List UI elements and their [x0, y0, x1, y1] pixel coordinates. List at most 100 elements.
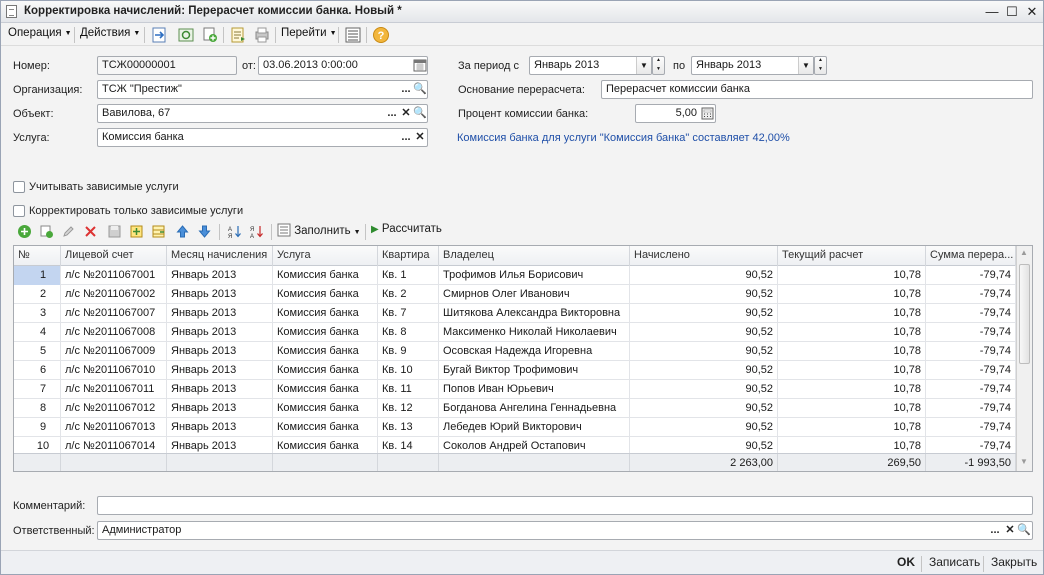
owner-cell[interactable]: Бугай Виктор Трофимович: [439, 361, 630, 380]
account-cell[interactable]: л/с №2011067012: [61, 399, 167, 418]
account-cell[interactable]: л/с №2011067008: [61, 323, 167, 342]
search-icon[interactable]: 🔍: [413, 81, 427, 98]
account-cell[interactable]: л/с №2011067007: [61, 304, 167, 323]
select-ellipsis-button[interactable]: ...: [399, 81, 413, 98]
month-cell[interactable]: Январь 2013: [167, 418, 273, 437]
period-from-spinner[interactable]: [652, 56, 665, 75]
row-number[interactable]: 9: [14, 418, 61, 437]
apartment-cell[interactable]: Кв. 8: [378, 323, 439, 342]
calculator-icon[interactable]: [701, 107, 714, 120]
sort-descending-icon[interactable]: ЯA: [249, 224, 264, 239]
current-cell[interactable]: 10,78: [778, 418, 926, 437]
clear-icon[interactable]: ✕: [1003, 522, 1017, 539]
apartment-cell[interactable]: Кв. 2: [378, 285, 439, 304]
service-cell[interactable]: Комиссия банка: [273, 361, 378, 380]
apartment-cell[interactable]: Кв. 9: [378, 342, 439, 361]
dependent-services-checkbox[interactable]: [13, 181, 25, 193]
calculate-button[interactable]: ▶ Рассчитать: [371, 223, 442, 235]
table-row[interactable]: 1 л/с №2011067001 Январь 2013 Комиссия банк…: [14, 266, 1016, 285]
month-cell[interactable]: Январь 2013: [167, 323, 273, 342]
accrued-cell[interactable]: 90,52: [630, 266, 778, 285]
current-cell[interactable]: 10,78: [778, 380, 926, 399]
owner-cell[interactable]: Попов Иван Юрьевич: [439, 380, 630, 399]
post-document-icon[interactable]: [151, 26, 169, 44]
table-row[interactable]: 5 л/с №2011067009 Январь 2013 Комиссия банк…: [14, 342, 1016, 361]
row-number[interactable]: 4: [14, 323, 61, 342]
close-window-button[interactable]: ✕: [1023, 3, 1041, 20]
row-number[interactable]: 6: [14, 361, 61, 380]
move-down-icon[interactable]: [197, 224, 212, 239]
period-from-field[interactable]: Январь 2013: [529, 56, 652, 75]
row-number[interactable]: 2: [14, 285, 61, 304]
column-header[interactable]: Услуга: [273, 246, 378, 266]
column-header[interactable]: Квартира: [378, 246, 439, 266]
refresh-icon[interactable]: [177, 26, 195, 44]
recalc-cell[interactable]: -79,74: [926, 380, 1016, 399]
column-header[interactable]: №: [14, 246, 61, 266]
apartment-cell[interactable]: Кв. 1: [378, 266, 439, 285]
object-field[interactable]: Вавилова, 67: [97, 104, 428, 123]
ok-button[interactable]: OK: [897, 555, 915, 569]
accrued-cell[interactable]: 90,52: [630, 361, 778, 380]
select-ellipsis-button[interactable]: ...: [988, 522, 1002, 539]
owner-cell[interactable]: Осовская Надежда Игоревна: [439, 342, 630, 361]
apartment-cell[interactable]: Кв. 11: [378, 380, 439, 399]
row-number[interactable]: 7: [14, 380, 61, 399]
vertical-scrollbar[interactable]: ▲ ▼: [1016, 246, 1032, 471]
account-cell[interactable]: л/с №2011067013: [61, 418, 167, 437]
row-number[interactable]: 3: [14, 304, 61, 323]
grid-settings-icon[interactable]: [129, 224, 144, 239]
owner-cell[interactable]: Шитякова Александра Викторовна: [439, 304, 630, 323]
help-icon[interactable]: ?: [372, 26, 390, 44]
sort-ascending-icon[interactable]: AЯ: [227, 224, 242, 239]
month-cell[interactable]: Январь 2013: [167, 380, 273, 399]
service-cell[interactable]: Комиссия банка: [273, 399, 378, 418]
reason-field[interactable]: Перерасчет комиссии банка: [601, 80, 1033, 99]
account-cell[interactable]: л/с №2011067010: [61, 361, 167, 380]
table-row[interactable]: 4 л/с №2011067008 Январь 2013 Комиссия банк…: [14, 323, 1016, 342]
print-icon[interactable]: [253, 26, 271, 44]
table-row[interactable]: 6 л/с №2011067010 Январь 2013 Комиссия банк…: [14, 361, 1016, 380]
column-header[interactable]: Текущий расчет: [778, 246, 926, 266]
clear-icon[interactable]: ✕: [413, 129, 427, 146]
responsible-field[interactable]: Администратор: [97, 521, 1033, 540]
current-cell[interactable]: 10,78: [778, 285, 926, 304]
accrued-cell[interactable]: 90,52: [630, 380, 778, 399]
column-header[interactable]: Сумма перера...: [926, 246, 1016, 266]
date-field[interactable]: 03.06.2013 0:00:00: [258, 56, 428, 75]
recalc-cell[interactable]: -79,74: [926, 399, 1016, 418]
grid-columns-icon[interactable]: [151, 224, 166, 239]
current-cell[interactable]: 10,78: [778, 361, 926, 380]
move-up-icon[interactable]: [175, 224, 190, 239]
comment-field[interactable]: [97, 496, 1033, 515]
period-to-spinner[interactable]: [814, 56, 827, 75]
period-to-field[interactable]: Январь 2013: [691, 56, 814, 75]
accrued-cell[interactable]: 90,52: [630, 304, 778, 323]
table-row[interactable]: 7 л/с №2011067011 Январь 2013 Комиссия банк…: [14, 380, 1016, 399]
recalc-cell[interactable]: -79,74: [926, 361, 1016, 380]
month-cell[interactable]: Январь 2013: [167, 399, 273, 418]
service-field[interactable]: Комиссия банка: [97, 128, 428, 147]
current-cell[interactable]: 10,78: [778, 304, 926, 323]
account-cell[interactable]: л/с №2011067009: [61, 342, 167, 361]
search-icon[interactable]: 🔍: [1017, 522, 1031, 539]
column-header[interactable]: Лицевой счет: [61, 246, 167, 266]
number-field[interactable]: ТСЖ00000001: [97, 56, 237, 75]
actions-menu[interactable]: Действия ▼: [80, 27, 140, 39]
accruals-table[interactable]: № Лицевой счет Месяц начисления Услуга К…: [13, 245, 1033, 472]
goto-menu[interactable]: Перейти ▼: [281, 27, 337, 39]
owner-cell[interactable]: Богданова Ангелина Геннадьевна: [439, 399, 630, 418]
month-cell[interactable]: Январь 2013: [167, 266, 273, 285]
column-header[interactable]: Начислено: [630, 246, 778, 266]
scroll-up-icon[interactable]: ▲: [1020, 248, 1028, 257]
column-header[interactable]: Владелец: [439, 246, 630, 266]
table-row[interactable]: 8 л/с №2011067012 Январь 2013 Комиссия банк…: [14, 399, 1016, 418]
list-icon[interactable]: [344, 26, 362, 44]
service-cell[interactable]: Комиссия банка: [273, 266, 378, 285]
clear-icon[interactable]: ✕: [399, 105, 413, 122]
apartment-cell[interactable]: Кв. 13: [378, 418, 439, 437]
current-cell[interactable]: 10,78: [778, 323, 926, 342]
delete-icon[interactable]: [83, 224, 98, 239]
row-number[interactable]: 1: [14, 266, 61, 285]
select-ellipsis-button[interactable]: ...: [385, 105, 399, 122]
